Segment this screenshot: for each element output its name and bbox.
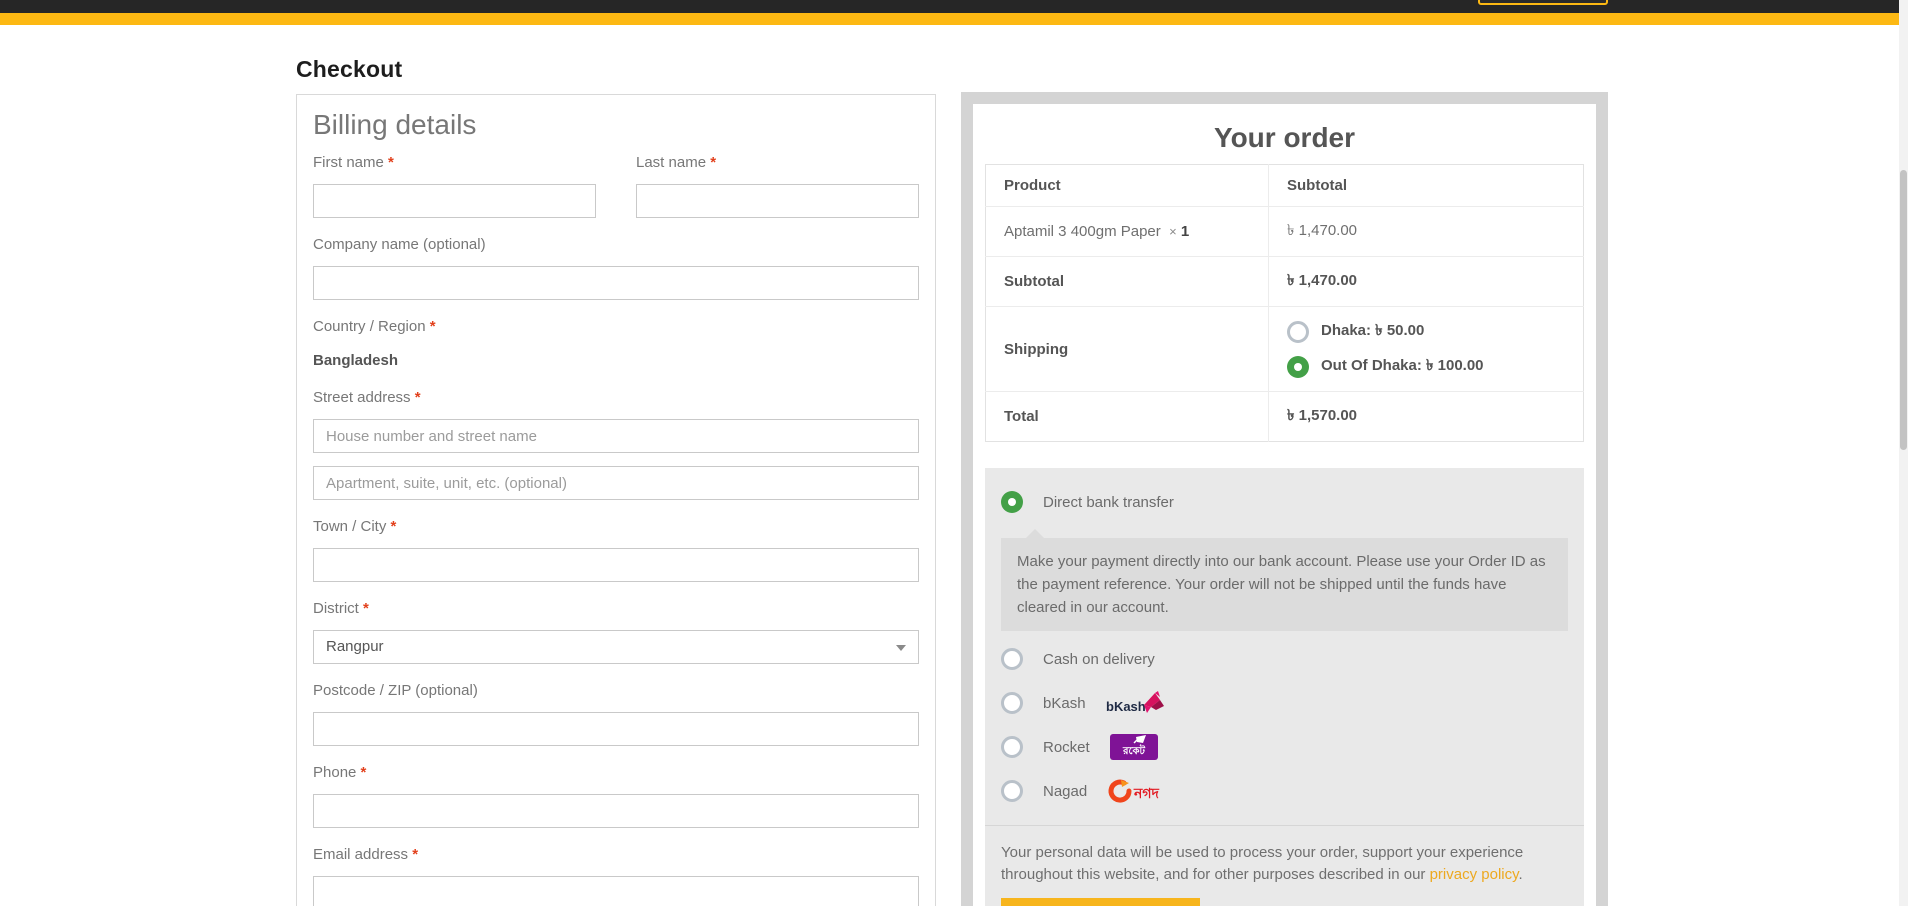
required-mark: * — [388, 154, 394, 171]
order-item-row: Aptamil 3 400gm Paper × 1 ৳ 1,470.00 — [986, 207, 1584, 257]
quantity-value: 1 — [1181, 223, 1189, 240]
phone-label: Phone * — [313, 763, 919, 783]
payment-method-label: Cash on delivery — [1043, 651, 1155, 668]
first-name-field[interactable] — [313, 184, 596, 218]
payment-method-label: Direct bank transfer — [1043, 494, 1174, 511]
radio-unselected-icon[interactable] — [1001, 780, 1023, 802]
order-panel: Your order Product Subtotal Aptamil 3 40… — [961, 92, 1608, 906]
email-address-field[interactable] — [313, 876, 919, 906]
checkout-page: Checkout Billing details First name * La… — [0, 0, 1908, 906]
payment-method-bkash[interactable]: bKash bKash — [1001, 691, 1568, 715]
privacy-policy-link[interactable]: privacy policy — [1430, 866, 1519, 883]
first-name-label: First name * — [313, 153, 596, 173]
shipping-option-dhaka[interactable]: Dhaka: ৳ 50.00 — [1287, 319, 1565, 344]
subtotal-label: Subtotal — [986, 257, 1269, 307]
page-title: Checkout — [296, 56, 402, 83]
payment-methods-section: Direct bank transfer Make your payment d… — [985, 468, 1584, 906]
required-mark: * — [361, 764, 367, 781]
payment-method-cash-on-delivery[interactable]: Cash on delivery — [1001, 647, 1568, 671]
radio-unselected-icon[interactable] — [1287, 321, 1309, 343]
required-mark: * — [415, 389, 421, 406]
total-row: Total ৳ 1,570.00 — [986, 392, 1584, 442]
subtotal-column-header: Subtotal — [1269, 165, 1584, 207]
payment-method-label: Rocket — [1043, 739, 1090, 756]
privacy-notice: Your personal data will be used to proce… — [1001, 842, 1568, 886]
svg-text:নগদ: নগদ — [1133, 785, 1160, 801]
payment-method-nagad[interactable]: Nagad নগদ — [1001, 779, 1568, 803]
scrollbar[interactable] — [1899, 0, 1908, 906]
shipping-option-out-of-dhaka[interactable]: Out Of Dhaka: ৳ 100.00 — [1287, 354, 1565, 379]
required-mark: * — [391, 518, 397, 535]
bkash-logo-icon: bKash — [1106, 689, 1166, 717]
payment-divider — [985, 825, 1584, 826]
rocket-logo-icon: রকেট — [1110, 734, 1158, 760]
radio-unselected-icon[interactable] — [1001, 692, 1023, 714]
country-value: Bangladesh — [313, 351, 919, 371]
order-item-price: ৳ 1,470.00 — [1269, 207, 1584, 257]
required-mark: * — [412, 846, 418, 863]
payment-method-rocket[interactable]: Rocket রকেট — [1001, 735, 1568, 759]
apartment-field[interactable] — [313, 466, 919, 500]
order-item-name: Aptamil 3 400gm Paper × 1 — [986, 207, 1269, 257]
last-name-label: Last name * — [636, 153, 919, 173]
table-header-row: Product Subtotal — [986, 165, 1584, 207]
quantity-separator: × — [1169, 224, 1177, 239]
chevron-down-icon — [896, 645, 906, 651]
scrollbar-thumb[interactable] — [1900, 170, 1907, 450]
shipping-row: Shipping Dhaka: ৳ 50.00 Out Of Dhaka: ৳ … — [986, 307, 1584, 392]
nagad-logo-icon: নগদ — [1107, 778, 1169, 804]
subtotal-row: Subtotal ৳ 1,470.00 — [986, 257, 1584, 307]
district-selected-value: Rangpur — [326, 638, 384, 655]
radio-unselected-icon[interactable] — [1001, 736, 1023, 758]
svg-text:bKash: bKash — [1106, 699, 1146, 714]
place-order-button[interactable]: Place order — [1001, 898, 1200, 906]
shipping-option-label: Out Of Dhaka: ৳ 100.00 — [1321, 354, 1484, 379]
street-address-label: Street address * — [313, 388, 919, 408]
order-title: Your order — [985, 104, 1584, 154]
town-city-field[interactable] — [313, 548, 919, 582]
company-name-label: Company name (optional) — [313, 235, 919, 255]
product-column-header: Product — [986, 165, 1269, 207]
subtotal-value: ৳ 1,470.00 — [1269, 257, 1584, 307]
street-address-field[interactable] — [313, 419, 919, 453]
order-panel-inner: Your order Product Subtotal Aptamil 3 40… — [973, 104, 1596, 906]
district-select[interactable]: Rangpur — [313, 630, 919, 664]
radio-selected-icon[interactable] — [1287, 356, 1309, 378]
topbar-button[interactable] — [1478, 0, 1608, 5]
top-navigation-bar — [0, 0, 1908, 13]
order-summary-table: Product Subtotal Aptamil 3 400gm Paper ×… — [985, 164, 1584, 442]
shipping-option-label: Dhaka: ৳ 50.00 — [1321, 319, 1424, 344]
district-label: District * — [313, 599, 919, 619]
billing-title: Billing details — [313, 109, 919, 141]
total-value: ৳ 1,570.00 — [1269, 392, 1584, 442]
payment-method-label: bKash — [1043, 695, 1086, 712]
required-mark: * — [430, 318, 436, 335]
postcode-field[interactable] — [313, 712, 919, 746]
email-address-label: Email address * — [313, 845, 919, 865]
town-city-label: Town / City * — [313, 517, 919, 537]
payment-method-description: Make your payment directly into our bank… — [1001, 538, 1568, 631]
postcode-label: Postcode / ZIP (optional) — [313, 681, 919, 701]
country-region-label: Country / Region * — [313, 317, 919, 337]
radio-selected-icon[interactable] — [1001, 491, 1023, 513]
company-name-field[interactable] — [313, 266, 919, 300]
payment-method-direct-bank-transfer[interactable]: Direct bank transfer — [1001, 490, 1568, 514]
payment-method-label: Nagad — [1043, 783, 1087, 800]
phone-field[interactable] — [313, 794, 919, 828]
total-label: Total — [986, 392, 1269, 442]
last-name-field[interactable] — [636, 184, 919, 218]
billing-details-panel: Billing details First name * Last name *… — [296, 94, 936, 906]
svg-text:রকেট: রকেট — [1122, 743, 1146, 757]
radio-unselected-icon[interactable] — [1001, 648, 1023, 670]
required-mark: * — [710, 154, 716, 171]
shipping-label: Shipping — [986, 307, 1269, 392]
required-mark: * — [363, 600, 369, 617]
accent-stripe — [0, 13, 1908, 25]
